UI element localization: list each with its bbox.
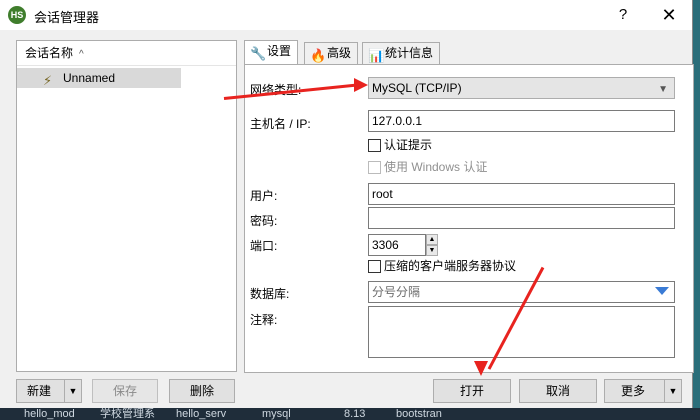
password-input[interactable] [368, 207, 675, 229]
auth-prompt-checkbox[interactable]: 认证提示 [368, 138, 432, 154]
new-button-label: 新建 [27, 384, 52, 398]
compress-protocol-label: 压缩的客户端服务器协议 [384, 259, 517, 273]
tab-settings[interactable]: 🔧 设置 [244, 40, 299, 65]
sort-ascending-icon: ^ [79, 49, 84, 60]
tab-statistics[interactable]: 📊 统计信息 [362, 42, 441, 64]
delete-button[interactable]: 删除 [169, 379, 235, 403]
taskbar-item[interactable]: 学校管理系 [100, 408, 155, 420]
help-button[interactable]: ? [600, 0, 646, 30]
new-button[interactable]: 新建 ▼ [16, 379, 82, 403]
network-type-value: MySQL (TCP/IP) [372, 81, 462, 95]
tab-advanced[interactable]: 🔥 高级 [304, 42, 359, 64]
port-input[interactable]: 3306 [368, 234, 426, 256]
taskbar: hello_mod 学校管理系 hello_serv mysql 8.13 bo… [0, 408, 700, 420]
port-spin-down-icon[interactable]: ▼ [426, 245, 438, 256]
database-label: 数据库: [250, 287, 290, 301]
cancel-button[interactable]: 取消 [519, 379, 597, 403]
database-input[interactable]: 分号分隔 [368, 281, 675, 303]
session-name-column-header[interactable]: 会话名称 ^ [17, 41, 236, 66]
split-dropdown-icon[interactable]: ▼ [664, 380, 681, 402]
password-label: 密码: [250, 214, 278, 228]
checkbox-box [368, 260, 381, 274]
host-label: 主机名 / IP: [250, 117, 311, 131]
tab-label: 设置 [267, 44, 292, 58]
compress-protocol-checkbox[interactable]: 压缩的客户端服务器协议 [368, 259, 516, 275]
database-placeholder: 分号分隔 [372, 285, 421, 299]
auth-prompt-label: 认证提示 [384, 138, 433, 152]
annotation-arrowhead [474, 361, 488, 376]
host-input[interactable]: 127.0.0.1 [368, 110, 675, 132]
taskbar-item[interactable]: 8.13 [344, 408, 365, 420]
window-title: 会话管理器 [34, 10, 100, 25]
user-label: 用户: [250, 189, 278, 203]
comment-label: 注释: [250, 313, 278, 327]
comment-textarea[interactable] [368, 306, 675, 358]
open-button[interactable]: 打开 [433, 379, 511, 403]
session-item-label: Unnamed [63, 71, 116, 85]
chevron-down-icon: ▼ [658, 84, 668, 95]
checkbox-box [368, 139, 381, 153]
tab-label: 高级 [327, 46, 352, 60]
column-header-label: 会话名称 [25, 46, 74, 60]
checkbox-box [368, 161, 381, 175]
windows-auth-checkbox[interactable]: 使用 Windows 认证 [368, 160, 487, 176]
taskbar-item[interactable]: hello_mod [24, 408, 75, 420]
close-button[interactable]: ✕ [646, 0, 692, 30]
port-spin-up-icon[interactable]: ▲ [426, 234, 438, 245]
flame-icon: 🔥 [310, 48, 327, 63]
session-list-panel: 会话名称 ^ ⚡ Unnamed [16, 40, 237, 372]
title-bar: HS 会话管理器 ? ✕ [0, 0, 692, 30]
dropdown-triangle-icon[interactable] [655, 287, 669, 295]
taskbar-item[interactable]: hello_serv [176, 408, 226, 420]
taskbar-item[interactable]: mysql [262, 408, 291, 420]
plug-icon: ⚡ [43, 73, 53, 88]
session-item[interactable]: ⚡ Unnamed [17, 68, 181, 88]
bar-chart-icon: 📊 [368, 48, 385, 63]
port-label: 端口: [250, 239, 278, 253]
save-button[interactable]: 保存 [92, 379, 158, 403]
tab-label: 统计信息 [385, 46, 434, 60]
more-button[interactable]: 更多 ▼ [604, 379, 682, 403]
app-logo-icon: HS [8, 6, 26, 24]
session-manager-window: HS 会话管理器 ? ✕ 会话名称 ^ ⚡ Unnamed 🔧 设置 🔥 高级 📊… [0, 0, 694, 420]
network-type-dropdown[interactable]: MySQL (TCP/IP) ▼ [368, 77, 675, 99]
more-button-label: 更多 [621, 384, 646, 398]
windows-auth-label: 使用 Windows 认证 [384, 160, 488, 174]
wrench-icon: 🔧 [250, 46, 267, 61]
annotation-arrowhead [354, 78, 368, 92]
taskbar-item[interactable]: bootstran [396, 408, 442, 420]
user-input[interactable]: root [368, 183, 675, 205]
split-dropdown-icon[interactable]: ▼ [64, 380, 81, 402]
